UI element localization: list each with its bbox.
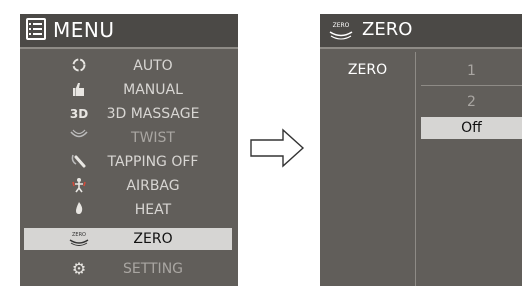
- svg-text:ZERO: ZERO: [333, 22, 350, 29]
- menu-item-label: AUTO: [133, 58, 173, 74]
- menu-item-airbag[interactable]: AIRBAG: [20, 175, 238, 197]
- menu-item-label: SETTING: [122, 261, 184, 277]
- menu-item-tapping[interactable]: TAPPING OFF: [20, 151, 238, 173]
- zero-title: ZERO: [362, 19, 413, 40]
- right-arrow-icon: [250, 128, 305, 168]
- zero-gravity-icon: ZERO: [68, 230, 90, 248]
- menu-item-label: TAPPING OFF: [107, 154, 199, 170]
- menu-item-auto[interactable]: AUTO: [20, 55, 238, 77]
- svg-text:ZERO: ZERO: [72, 232, 86, 238]
- menu-title: MENU: [53, 18, 115, 42]
- zero-panel: ZERO ZERO ZERO 1 2 Off: [320, 14, 522, 286]
- zero-option-2[interactable]: 2: [421, 91, 522, 113]
- menu-item-3d-massage[interactable]: 3D 3D MASSAGE: [20, 103, 238, 125]
- zero-option-off[interactable]: Off: [421, 117, 522, 139]
- heat-icon: [68, 201, 90, 219]
- airbag-icon: [68, 177, 90, 195]
- menu-item-heat[interactable]: HEAT: [20, 199, 238, 221]
- menu-item-setting[interactable]: ⚙ SETTING: [20, 258, 238, 280]
- gear-icon: ⚙: [71, 259, 87, 278]
- tapping-icon: [68, 153, 90, 171]
- menu-header: MENU: [20, 14, 238, 49]
- hand-icon: [68, 81, 90, 99]
- 3d-icon: 3D: [69, 107, 89, 121]
- menu-item-zero[interactable]: ZERO ZERO: [24, 228, 232, 250]
- menu-list-icon: [26, 18, 46, 40]
- zero-setting-label: ZERO: [347, 62, 388, 78]
- twist-icon: [68, 129, 90, 147]
- menu-item-twist[interactable]: TWIST: [20, 127, 238, 149]
- menu-item-label: HEAT: [134, 202, 172, 218]
- zero-option-1[interactable]: 1: [421, 60, 522, 82]
- menu-item-manual[interactable]: MANUAL: [20, 79, 238, 101]
- zero-gravity-icon: ZERO: [329, 22, 353, 40]
- menu-item-label: AIRBAG: [126, 178, 180, 194]
- menu-item-label: TWIST: [131, 130, 175, 146]
- menu-item-label: MANUAL: [123, 82, 183, 98]
- menu-item-label: 3D MASSAGE: [106, 106, 200, 122]
- column-divider: [415, 52, 416, 286]
- auto-icon: [68, 57, 90, 75]
- option-divider: [421, 85, 522, 86]
- menu-panel: MENU AUTO MANUAL 3D 3D MASSAGE TWIST TAP…: [20, 14, 238, 286]
- zero-header: ZERO ZERO: [320, 14, 522, 49]
- menu-item-label: ZERO: [133, 231, 173, 247]
